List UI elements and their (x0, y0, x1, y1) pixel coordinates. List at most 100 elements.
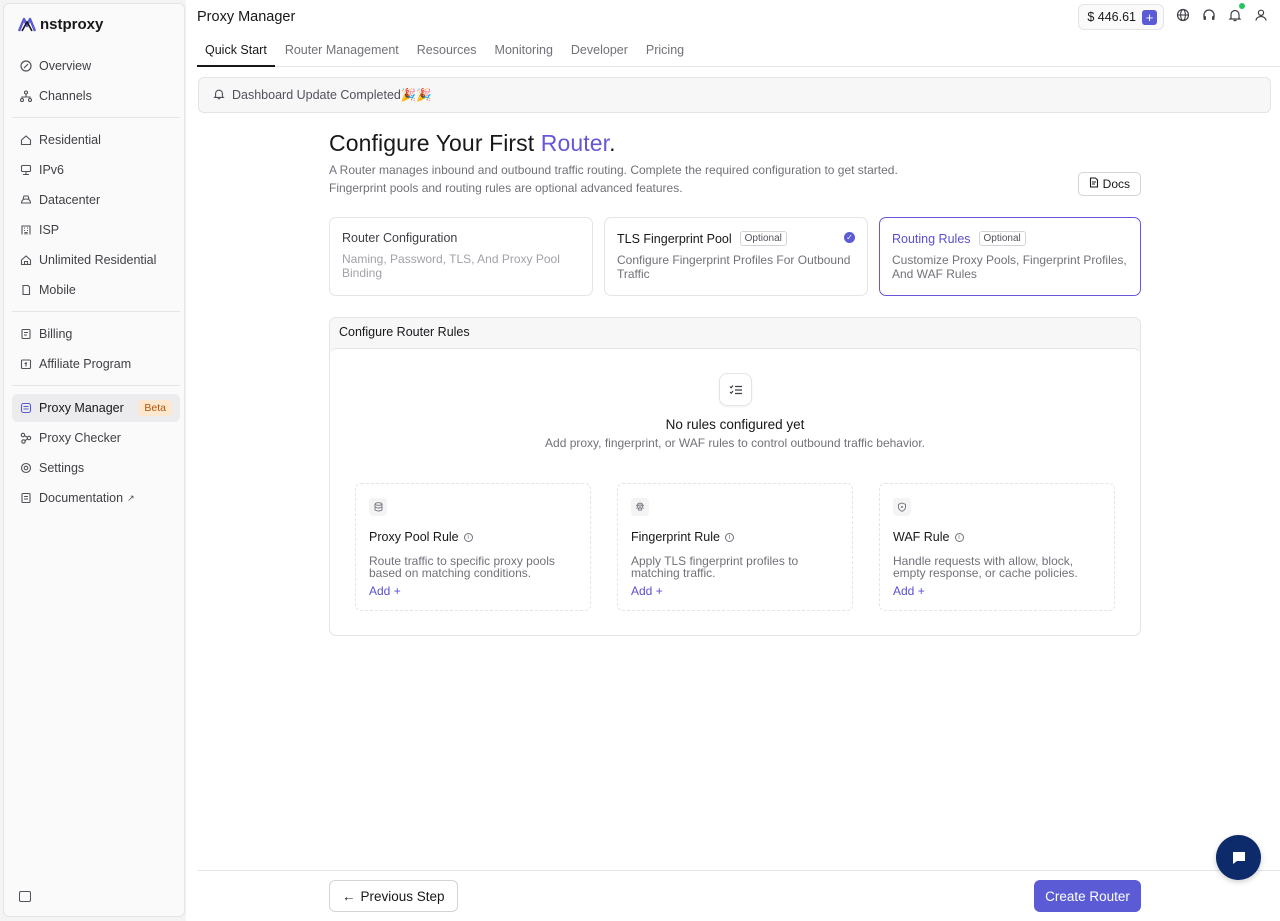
card-fingerprint-rule: Fingerprint Rule i Apply TLS fingerprint … (617, 483, 853, 611)
add-waf-rule-button[interactable]: Add + (893, 584, 925, 598)
database-icon (369, 498, 387, 516)
brand-name: nstproxy (40, 16, 104, 33)
sidebar-item-label: Settings (39, 461, 85, 475)
header-icons (1176, 3, 1268, 22)
mobile-icon (20, 284, 32, 296)
notice-text: Dashboard Update Completed🎉🎉 (232, 87, 432, 102)
sidebar-item-isp[interactable]: ISP (12, 216, 180, 244)
main-area: Proxy Manager $ 446.61 + Quick Start Rou… (186, 0, 1280, 921)
sidebar-item-ipv6[interactable]: IPv6 (12, 156, 180, 184)
sidebar-item-channels[interactable]: Channels (12, 82, 180, 110)
page-subtitle: A Router manages inbound and outbound tr… (329, 161, 949, 197)
setup-steps: Router Configuration Naming, Password, T… (329, 217, 1141, 296)
quick-start-content: Configure Your First Router. A Router ma… (329, 130, 1141, 636)
add-proxy-pool-rule-button[interactable]: Add + (369, 584, 401, 598)
info-icon[interactable]: i (463, 532, 473, 542)
create-router-button[interactable]: Create Router (1034, 880, 1141, 912)
rules-heading: Configure Router Rules (339, 325, 470, 339)
sidebar-item-label: ISP (39, 223, 60, 237)
subtitle-line-1: A Router manages inbound and outbound tr… (329, 163, 898, 177)
balance-amount: $ 446.61 (1087, 10, 1136, 24)
step-routing-rules[interactable]: Routing Rules Optional Customize Proxy Po… (879, 217, 1141, 296)
tab-monitoring[interactable]: Monitoring (487, 36, 561, 67)
title-accent: Router (540, 130, 610, 156)
sidebar-item-documentation[interactable]: Documentation ↗ (12, 484, 180, 512)
step-title: Routing Rules Optional (892, 231, 1128, 246)
documentation-icon (20, 492, 32, 504)
title-suffix: . (609, 130, 616, 156)
sidebar-item-label: Billing (39, 327, 73, 341)
sidebar-item-label: Datacenter (39, 193, 101, 207)
brand-logo[interactable]: nstproxy (18, 16, 103, 33)
card-title-text: WAF Rule (893, 530, 950, 544)
step-router-configuration[interactable]: Router Configuration Naming, Password, T… (329, 217, 593, 296)
info-icon[interactable]: i (724, 532, 734, 542)
unlimited-residential-icon (20, 254, 32, 266)
step-title-text: TLS Fingerprint Pool (617, 231, 732, 246)
sidebar-item-affiliate-program[interactable]: Affiliate Program (12, 350, 180, 378)
step-desc: Configure Fingerprint Profiles For Outbo… (617, 253, 851, 281)
checklist-icon (719, 373, 752, 406)
sidebar-item-billing[interactable]: Billing (12, 320, 180, 348)
sidebar-item-overview[interactable]: Overview (12, 52, 180, 80)
tab-bar: Quick Start Router Management Resources … (197, 36, 1280, 67)
tab-resources[interactable]: Resources (409, 36, 485, 67)
sidebar-item-proxy-manager[interactable]: Proxy Manager Beta (12, 394, 180, 422)
previous-step-label: Previous Step (360, 888, 445, 904)
step-tls-fingerprint-pool[interactable]: TLS Fingerprint Pool Optional Configure F… (604, 217, 868, 296)
page-header-title: Proxy Manager (197, 9, 296, 25)
headset-icon[interactable] (1202, 8, 1216, 22)
sidebar-item-label: Residential (39, 133, 101, 147)
update-notice[interactable]: Dashboard Update Completed🎉🎉 (198, 77, 1271, 113)
external-link-icon: ↗ (127, 492, 135, 503)
add-label: Add (893, 584, 915, 598)
tab-pricing[interactable]: Pricing (638, 36, 692, 67)
docs-button[interactable]: Docs (1077, 172, 1141, 196)
add-balance-icon[interactable]: + (1142, 9, 1157, 25)
sidebar-item-proxy-checker[interactable]: Proxy Checker (12, 424, 180, 452)
billing-icon (20, 328, 32, 340)
sidebar-nav: Overview Channels Residential IPv6 Datac… (12, 52, 180, 514)
ipv6-icon (20, 164, 32, 176)
card-title: Fingerprint Rule i (631, 530, 839, 544)
card-title: Proxy Pool Rule i (369, 530, 577, 544)
channels-icon (20, 90, 32, 102)
card-desc: Apply TLS fingerprint profiles to matchi… (631, 554, 799, 580)
sidebar-collapse-icon[interactable] (19, 891, 31, 902)
title-prefix: Configure Your First (329, 130, 541, 156)
tab-developer[interactable]: Developer (563, 36, 636, 67)
tab-quick-start[interactable]: Quick Start (197, 36, 275, 67)
notification-dot (1239, 3, 1245, 9)
proxy-manager-icon (20, 402, 32, 414)
card-title-text: Fingerprint Rule (631, 530, 720, 544)
overview-icon (20, 60, 32, 72)
logo-mark-icon (18, 17, 36, 31)
proxy-checker-icon (20, 432, 32, 444)
step-desc: Naming, Password, TLS, And Proxy Pool Bi… (342, 252, 560, 280)
globe-icon[interactable] (1176, 8, 1190, 22)
sidebar-item-residential[interactable]: Residential (12, 126, 180, 154)
previous-step-button[interactable]: ← Previous Step (329, 880, 458, 912)
tab-router-management[interactable]: Router Management (277, 36, 407, 67)
step-title: TLS Fingerprint Pool Optional (617, 231, 855, 246)
sidebar-item-label: Proxy Checker (39, 431, 121, 445)
step-title-text: Routing Rules (892, 231, 971, 246)
info-icon[interactable]: i (954, 532, 964, 542)
shield-icon (893, 498, 911, 516)
sidebar-item-datacenter[interactable]: Datacenter (12, 186, 180, 214)
sidebar-item-mobile[interactable]: Mobile (12, 276, 180, 304)
docs-label: Docs (1102, 177, 1130, 191)
chat-button[interactable] (1216, 835, 1261, 880)
fingerprint-icon (631, 498, 649, 516)
sidebar-item-settings[interactable]: Settings (12, 454, 180, 482)
user-icon[interactable] (1254, 8, 1268, 22)
page-title: Configure Your First Router. (329, 130, 1141, 157)
sidebar-item-unlimited-residential[interactable]: Unlimited Residential (12, 246, 180, 274)
balance-widget[interactable]: $ 446.61 + (1078, 4, 1164, 30)
step-desc: Customize Proxy Pools, Fingerprint Profi… (892, 253, 1127, 281)
add-fingerprint-rule-button[interactable]: Add + (631, 584, 663, 598)
router-rules-panel: Configure Router Rules No rules configur… (329, 317, 1141, 636)
bell-icon[interactable] (1228, 3, 1245, 22)
rules-body: No rules configured yet Add proxy, finge… (330, 348, 1140, 635)
step-title: Router Configuration (342, 231, 580, 245)
